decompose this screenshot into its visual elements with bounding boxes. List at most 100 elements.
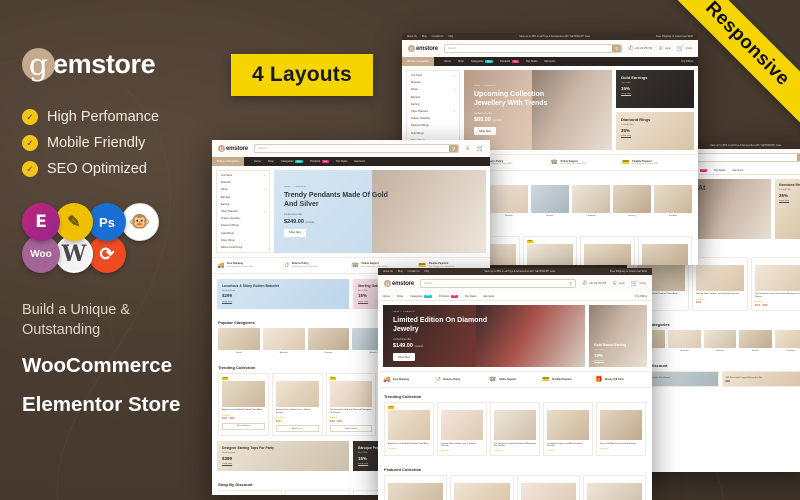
promo-card-gemstone-rings[interactable]: Gemstone Rings Limited Offer 25% Shop No…	[775, 179, 800, 239]
nav-item-elements[interactable]: Elements	[732, 169, 743, 172]
topbar-link[interactable]: FAQ	[424, 270, 429, 273]
promo-card-gold-earrings[interactable]: Gold Earrings Top Deals 15% Shop Now	[616, 70, 694, 108]
promo-button[interactable]: Shop Now	[779, 200, 800, 202]
product-card[interactable]: Sterling Silver Golden Love In Natural B…	[437, 402, 487, 457]
product-card[interactable]	[384, 475, 448, 500]
product-button[interactable]: Add To Cart	[275, 425, 319, 433]
search-icon[interactable]: ⚲	[566, 280, 575, 287]
sidebar-category[interactable]: Diamond Rings	[411, 124, 455, 127]
discount-card[interactable]: 18K Rose Gold Cornpo Earring For Gift 90%	[721, 370, 800, 388]
nav-item-shop[interactable]: Shop	[458, 60, 464, 63]
sidebar-category[interactable]: Earring	[221, 203, 265, 206]
product-card[interactable]: Sterling Silver Golden Love In Natural B…	[271, 372, 323, 437]
promo-card-bracelet[interactable]: Luxurious & Shiny Golden Bracelet Starti…	[217, 278, 349, 309]
product-card[interactable]: Sale The Savannah Gold and Diamond Monogr…	[325, 372, 377, 437]
category-card[interactable]: Jewell	[218, 327, 260, 354]
category-card[interactable]: Barrette	[703, 329, 737, 352]
search-input[interactable]: Search... ⚲	[443, 44, 623, 53]
sidebar-category[interactable]: Rings ›	[221, 188, 265, 191]
shop-now-button[interactable]: Shop Now	[393, 353, 415, 362]
product-card[interactable]	[637, 236, 693, 265]
nav-item-top-deals[interactable]: Top Deals	[526, 60, 538, 63]
phone-support[interactable]: ✆ +00 123 456 789	[628, 45, 652, 52]
product-card[interactable]: Sale Afghanistan Gold And Rhodium Plated …	[384, 402, 434, 457]
sidebar-category[interactable]: Draper Jewellery	[221, 217, 265, 220]
search-icon[interactable]: ⚲	[612, 45, 622, 52]
top-offers-link[interactable]: Top Offers	[681, 60, 693, 63]
store-logo[interactable]: g emstore	[218, 145, 248, 152]
store-logo[interactable]: g emstore	[384, 280, 414, 287]
promo-button[interactable]: Shop Now	[594, 360, 642, 362]
promo-card-designer-earring[interactable]: Designer Earring Tops For Party Starting…	[217, 441, 349, 472]
sidebar-category[interactable]: Diamond Rings	[221, 224, 265, 227]
search-icon[interactable]: ⚲	[449, 145, 459, 152]
product-card[interactable]	[582, 475, 646, 500]
browse-categories-button[interactable]: Browse Categories	[212, 157, 244, 166]
topbar-link[interactable]: Blog	[398, 270, 403, 273]
sidebar-category[interactable]: Our Store ›	[221, 174, 265, 177]
search-input[interactable]: Search... ⚲	[253, 144, 460, 153]
sidebar-category[interactable]: Rarest Gold Rings	[221, 246, 265, 249]
promo-button[interactable]: Shop Now	[222, 463, 344, 465]
cart-button[interactable]: 🛒	[477, 145, 484, 152]
sidebar-category[interactable]: Silver Bracelet ›	[221, 210, 265, 213]
product-button[interactable]: View Products	[329, 425, 373, 433]
sidebar-category[interactable]: Draper Jewellery	[411, 117, 455, 120]
layout-preview-four[interactable]: About Us Blog Contact Us FAQ Save up to …	[378, 268, 652, 500]
nav-item-elements[interactable]: Elements	[544, 60, 555, 63]
nav-item-top-deals[interactable]: Top Deals	[465, 295, 477, 298]
sidebar-category[interactable]: Barrette	[221, 196, 265, 199]
sidebar-category[interactable]: Silver Rings	[221, 239, 265, 242]
product-card[interactable]: The Savannah Gold and Diamond Monogram F…	[751, 256, 800, 311]
search-input[interactable]: Search... ⚲	[419, 279, 577, 288]
account-button[interactable]: ♕ Login	[658, 45, 671, 52]
product-card[interactable]	[516, 475, 580, 500]
cart-button[interactable]: 🛒 0 Item	[677, 45, 692, 52]
sidebar-category[interactable]: Bracelet	[221, 181, 265, 184]
nav-item-shop[interactable]: Shop	[397, 295, 403, 298]
nav-item-categories[interactable]: CategoriesNew	[471, 60, 493, 63]
promo-button[interactable]: Shop Now	[621, 135, 689, 137]
promo-card-diamond-rings[interactable]: Diamond Rings Limited Offer 35% Shop Now	[616, 112, 694, 150]
promo-button[interactable]: Shop Now	[222, 301, 344, 303]
promo-button[interactable]: Shop Now	[621, 93, 689, 95]
topbar-link[interactable]: Contact Us	[432, 35, 444, 38]
nav-item-shop[interactable]: Shop	[268, 160, 274, 163]
nav-item-categories[interactable]: CategoriesNew	[410, 294, 433, 298]
product-button[interactable]: Select Options	[222, 422, 265, 430]
nav-item-elements[interactable]: Elements	[354, 160, 365, 163]
nav-item-products[interactable]: ProductsHot	[310, 160, 329, 163]
topbar-link[interactable]: Contact Us	[408, 270, 420, 273]
hero-banner[interactable]: NEW • TRENDS Trendy Pendants Made Of Gol…	[274, 170, 486, 253]
topbar-link[interactable]: About Us	[383, 270, 393, 273]
nav-item-elements[interactable]: Elements	[483, 295, 494, 298]
category-card[interactable]: Earring	[613, 185, 651, 217]
nav-item-products[interactable]: ProductsHot	[439, 294, 458, 298]
sidebar-category[interactable]: Rings ›	[411, 88, 455, 91]
account-button[interactable]: ♕	[465, 145, 470, 152]
product-card[interactable]	[450, 475, 514, 500]
nav-item-top-deals[interactable]: Top Deals	[714, 169, 726, 172]
topbar-link[interactable]: Blog	[422, 35, 427, 38]
nav-item-products[interactable]: ProductsHot	[500, 60, 519, 63]
category-card[interactable]: Pendant	[654, 185, 692, 217]
nav-item-categories[interactable]: CategoriesNew	[281, 160, 303, 163]
category-card[interactable]: Chatelain	[774, 329, 800, 352]
nav-item-top-deals[interactable]: Top Deals	[336, 160, 348, 163]
product-card[interactable]	[218, 490, 283, 495]
top-offers-link[interactable]: Top Offers	[635, 295, 647, 298]
product-card[interactable]	[580, 236, 635, 265]
product-card[interactable]: Sale Afghanistan Gold And Rhodium Plated …	[218, 372, 269, 437]
category-card[interactable]: Chatelain	[572, 185, 610, 217]
category-card[interactable]: Bracelet	[262, 327, 305, 354]
sidebar-category[interactable]: Bracelet	[411, 81, 455, 84]
product-card[interactable]: Sterling Silver Golden Love In Natural B…	[692, 256, 748, 311]
category-card[interactable]: Brooch	[531, 185, 569, 217]
cart-button[interactable]: 🛒 0 Item	[631, 280, 646, 287]
sidebar-category[interactable]: Earring	[411, 103, 455, 106]
hero-banner[interactable]: NEW • TRENDS Upcoming Collection Jewelle…	[464, 70, 612, 150]
topbar-link[interactable]: About Us	[407, 35, 417, 38]
promo-card-gold-round-earring[interactable]: Gold Round Earring Top Deals 10% Shop No…	[589, 305, 647, 367]
nav-item-home[interactable]: Home	[254, 160, 261, 163]
nav-item-home[interactable]: Home	[444, 60, 451, 63]
